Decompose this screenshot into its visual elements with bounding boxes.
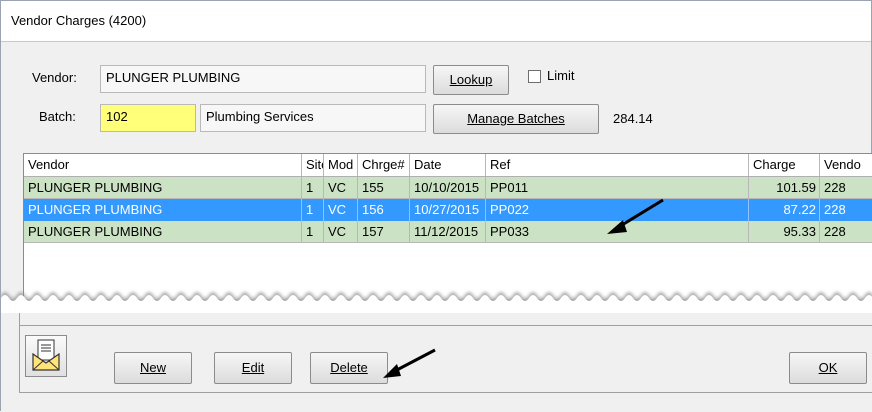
cell-charge: 101.59 [749,177,820,199]
manage-batches-button[interactable]: Manage Batches [433,104,599,134]
cell-date: 11/12/2015 [410,221,486,243]
table-row[interactable]: PLUNGER PLUMBING 1 VC 155 10/10/2015 PP0… [24,177,872,199]
cell-vendor-num: 228 [820,221,872,243]
cell-mod: VC [324,177,358,199]
cell-chrge: 157 [358,221,410,243]
lookup-button[interactable]: Lookup [433,65,509,95]
manage-batches-label: Manage Batches [467,111,565,126]
grid-header: Vendor Site Mod Chrge# Date Ref Charge V… [24,154,872,177]
cell-chrge: 155 [358,177,410,199]
cell-mod: VC [324,221,358,243]
col-header-date[interactable]: Date [410,154,486,176]
edit-button[interactable]: Edit [214,352,292,384]
table-row-selected[interactable]: PLUNGER PLUMBING 1 VC 156 10/27/2015 PP0… [24,199,872,221]
cell-site: 1 [302,221,324,243]
col-header-mod[interactable]: Mod [324,154,358,176]
envelope-document-icon [32,339,60,371]
vendor-charges-window: Vendor Charges (4200) Vendor: PLUNGER PL… [0,0,872,412]
mail-button[interactable] [25,335,67,377]
batch-number-field[interactable]: 102 [100,104,196,132]
col-header-chrge[interactable]: Chrge# [358,154,410,176]
cell-site: 1 [302,177,324,199]
cell-vendor-num: 228 [824,202,846,217]
delete-button[interactable]: Delete [310,352,388,384]
col-header-vendor[interactable]: Vendor [24,154,302,176]
batch-name-field[interactable]: Plumbing Services [200,104,426,132]
cell-charge: 95.33 [749,221,820,243]
col-header-site[interactable]: Site [302,154,324,176]
cell-vendor: PLUNGER PLUMBING [24,177,302,199]
cell-chrge: 156 [358,199,410,221]
ok-button[interactable]: OK [789,352,867,384]
vendor-label: Vendor: [32,70,77,85]
cell-vendor: PLUNGER PLUMBING [24,199,302,221]
batch-label: Batch: [39,109,76,124]
cell-vendor-num: 228 [820,177,872,199]
col-header-vendor-num[interactable]: Vendo [820,154,872,176]
window-title: Vendor Charges (4200) [11,13,147,28]
cell-site: 1 [302,199,324,221]
vendor-field[interactable]: PLUNGER PLUMBING [100,65,426,93]
new-button-label: New [139,360,166,375]
limit-label: Limit [547,68,575,83]
ok-button-label: OK [818,360,838,375]
callout-arrow-icon [383,348,436,378]
cell-charge: 87.22 [749,199,820,221]
col-header-charge[interactable]: Charge [749,154,820,176]
col-header-ref[interactable]: Ref [486,154,749,176]
edit-button-label: Edit [241,360,265,375]
new-button[interactable]: New [114,352,192,384]
table-row[interactable]: PLUNGER PLUMBING 1 VC 157 11/12/2015 PP0… [24,221,872,243]
cell-mod: VC [324,199,358,221]
cell-date: 10/27/2015 [410,199,486,221]
lookup-button-label: Lookup [449,72,493,87]
title-bar: Vendor Charges (4200) [1,1,871,42]
charges-grid[interactable]: Vendor Site Mod Chrge# Date Ref Charge V… [23,153,872,299]
cell-date: 10/10/2015 [410,177,486,199]
delete-button-label: Delete [330,360,368,375]
batch-total: 284.14 [613,111,653,126]
limit-checkbox[interactable] [528,70,541,83]
cell-vendor: PLUNGER PLUMBING [24,221,302,243]
callout-arrow-icon [607,198,664,234]
